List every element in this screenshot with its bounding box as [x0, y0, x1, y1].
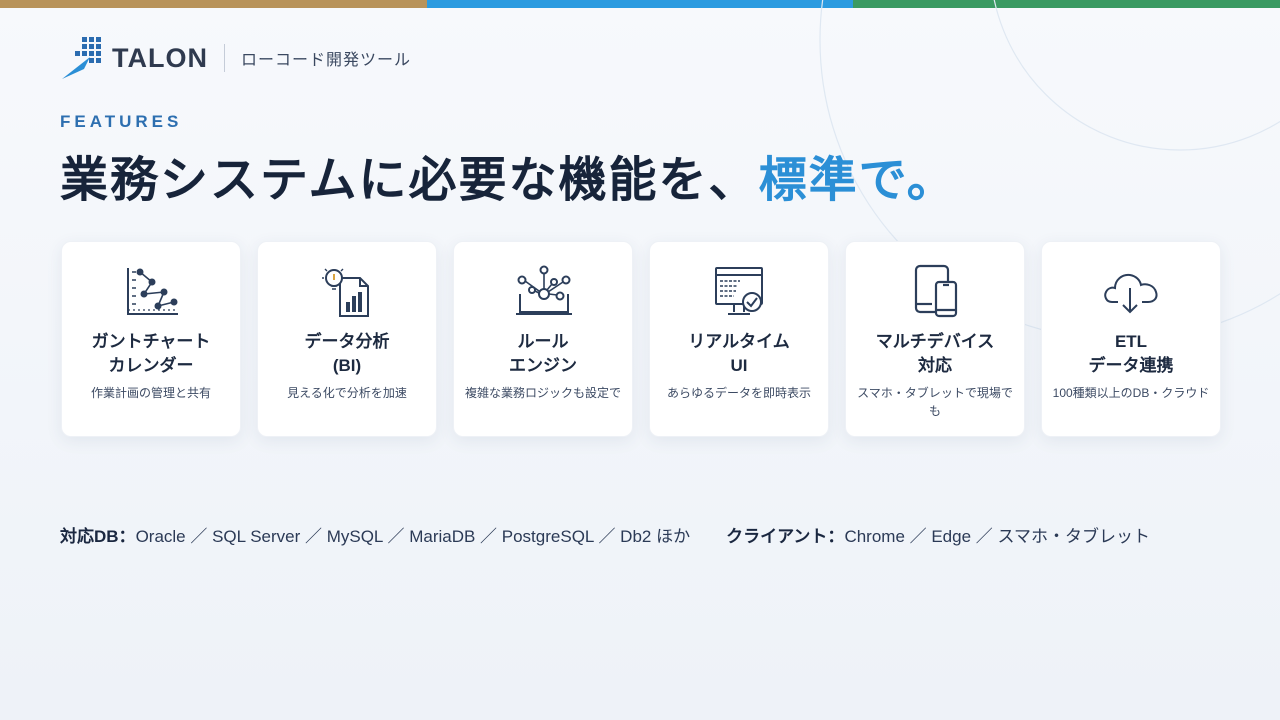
top-bar-green — [853, 0, 1280, 8]
feature-title-line2: (BI) — [332, 356, 362, 375]
feature-title-line1: リアルタイム — [688, 332, 790, 351]
feature-card-realtime-ui: リアルタイム UI あらゆるデータを即時表示 — [649, 241, 829, 437]
feature-title-line1: ガントチャート — [91, 332, 211, 351]
feature-title-line2: UI — [730, 356, 748, 375]
feature-card-bi: データ分析 (BI) 見える化で分析を加速 — [257, 241, 437, 437]
feature-title-line2: データ連携 — [1088, 356, 1174, 375]
feature-title: マルチデバイス 対応 — [846, 330, 1024, 378]
feature-title: ガントチャート カレンダー — [62, 330, 240, 378]
client-label: クライアント： — [726, 527, 845, 546]
brand-name: TALON — [112, 42, 208, 73]
feature-title-line1: マルチデバイス — [875, 332, 995, 351]
gantt-chart-icon — [127, 268, 178, 315]
bi-analytics-icon — [322, 268, 369, 317]
db-label: 対応DB： — [60, 527, 136, 546]
feature-card-rule-engine: ルール エンジン 複雑な業務ロジックも設定で — [453, 241, 633, 437]
feature-description: 作業計画の管理と共有 — [90, 386, 211, 400]
feature-description: 見える化で分析を加速 — [287, 386, 407, 400]
feature-title: データ分析 (BI) — [258, 330, 436, 378]
page-headline: 業務システムに必要な機能を、標準で。 — [60, 140, 957, 210]
client-values: Chrome ／ Edge ／ スマホ・タブレット — [844, 527, 1150, 546]
feature-title-line2: エンジン — [509, 356, 577, 375]
section-eyebrow: FEATURES — [60, 112, 183, 131]
feature-card-etl: ETL データ連携 100種類以上のDB・クラウド — [1041, 241, 1221, 437]
brand-header: TALON ローコード開発ツール — [60, 37, 411, 79]
feature-card-multi-device: マルチデバイス 対応 スマホ・タブレットで現場でも — [845, 241, 1025, 437]
feature-title: ルール エンジン — [454, 330, 632, 378]
feature-description: 100種類以上のDB・クラウド — [1052, 386, 1210, 400]
feature-title: ETL データ連携 — [1042, 330, 1220, 378]
feature-description: あらゆるデータを即時表示 — [666, 386, 811, 400]
top-bar-gold — [0, 0, 427, 8]
header-divider — [223, 44, 225, 72]
feature-description: スマホ・タブレットで現場でも — [857, 386, 1013, 418]
feature-title-line1: ETL — [1114, 332, 1148, 351]
feature-title: リアルタイム UI — [650, 330, 828, 378]
headline-accent: 標準で。 — [758, 154, 957, 207]
feature-title-line1: データ分析 — [304, 332, 390, 351]
compatibility-footer: 対応DB：Oracle ／ SQL Server ／ MySQL ／ Maria… — [60, 522, 1150, 547]
cloud-download-icon — [1104, 273, 1158, 314]
feature-title-line1: ルール — [517, 332, 569, 351]
feature-title-line2: 対応 — [918, 356, 952, 375]
top-bar-blue — [426, 0, 854, 8]
db-values: Oracle ／ SQL Server ／ MySQL ／ MariaDB ／ … — [135, 527, 691, 546]
talon-logo-icon — [62, 37, 101, 79]
brand-tagline: ローコード開発ツール — [240, 52, 411, 69]
feature-description: 複雑な業務ロジックも設定で — [464, 386, 621, 400]
rule-engine-icon — [516, 265, 572, 315]
realtime-ui-icon — [715, 267, 763, 315]
feature-card-gantt: ガントチャート カレンダー 作業計画の管理と共有 — [61, 241, 241, 437]
multi-device-icon — [914, 264, 958, 318]
headline-main: 業務システムに必要な機能を、 — [60, 154, 759, 207]
feature-cards: ガントチャート カレンダー 作業計画の管理と共有 データ分析 (BI) 見える化… — [61, 241, 1221, 437]
feature-title-line2: カレンダー — [108, 356, 194, 375]
top-color-bar — [0, 0, 1280, 8]
